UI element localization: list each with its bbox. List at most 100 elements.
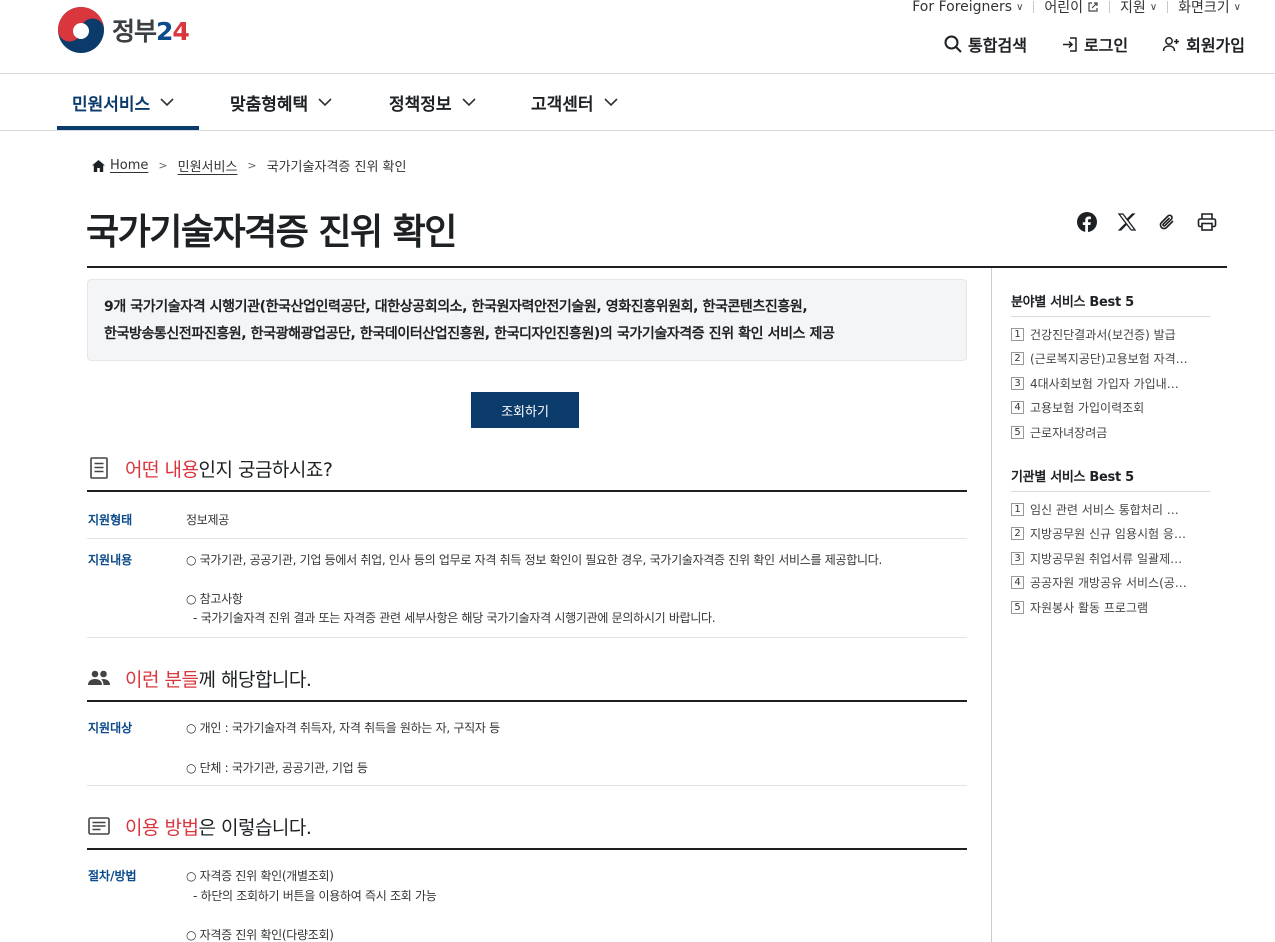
facebook-icon[interactable] bbox=[1077, 212, 1097, 232]
for-foreigners-menu[interactable]: For Foreigners ∨ bbox=[902, 0, 1033, 16]
support-type-label: 지원형태 bbox=[88, 513, 133, 527]
chevron-right-icon: > bbox=[247, 159, 257, 172]
rank-number: 4 bbox=[1011, 401, 1024, 415]
sidebar-rule bbox=[1011, 316, 1210, 317]
gnb-item-label: 정책정보 bbox=[389, 94, 452, 115]
field-best-item[interactable]: 1 건강진단결과서(보건증) 발급 bbox=[1011, 322, 1211, 347]
gnb-item-label: 고객센터 bbox=[531, 94, 594, 115]
login-button[interactable]: 로그인 bbox=[1061, 32, 1128, 56]
sidebar-divider bbox=[991, 268, 992, 942]
field-best-title: 분야별 서비스 Best 5 bbox=[1011, 295, 1134, 310]
procedure-text: - 하단의 조회하기 버튼을 이용하여 즉시 조회 가능 bbox=[186, 889, 437, 903]
field-best-list: 1 건강진단결과서(보건증) 발급 2 (근로복지공단)고용보험 자격이력 내역서 … bbox=[1011, 322, 1211, 445]
print-icon[interactable] bbox=[1197, 212, 1217, 232]
item-label: 지방공무원 취업서류 일괄제출 서비스 bbox=[1030, 551, 1188, 566]
rank-number: 2 bbox=[1011, 527, 1024, 541]
field-best-item[interactable]: 4 고용보험 가입이력조회 bbox=[1011, 396, 1211, 421]
summary-line: 한국방송통신전파진흥원, 한국광해광업공단, 한국데이터산업진흥원, 한국디자인… bbox=[104, 326, 835, 342]
chevron-down-icon bbox=[318, 97, 332, 106]
support-target-text: ○ 단체 : 국가기관, 공공기관, 기업 등 bbox=[186, 761, 368, 775]
field-best-item[interactable]: 5 근로자녀장려금 bbox=[1011, 420, 1211, 445]
gnb-item-label: 맞춤형혜택 bbox=[230, 94, 309, 115]
section-divider bbox=[87, 490, 967, 492]
section-title-highlight: 이런 분들 bbox=[125, 668, 199, 691]
support-content-text: ○ 참고사항 bbox=[186, 592, 243, 606]
gnb-item-label: 민원서비스 bbox=[72, 94, 151, 115]
title-divider bbox=[87, 266, 1227, 268]
logo-wordmark: 정부24 bbox=[112, 17, 190, 46]
procedure-text: ○ 자격증 진위 확인(개별조회) bbox=[186, 869, 334, 883]
gnb-item-civil-service[interactable]: 민원서비스 bbox=[72, 74, 174, 130]
support-content-label: 지원내용 bbox=[88, 553, 133, 567]
service-summary-box: 9개 국가기술자격 시행기관(한국산업인력공단, 대한상공회의소, 한국원자력안… bbox=[87, 279, 967, 361]
breadcrumb-home[interactable]: Home bbox=[92, 158, 148, 173]
x-twitter-icon[interactable] bbox=[1117, 212, 1137, 232]
procedure-text: ○ 자격증 진위 확인(다량조회) bbox=[186, 928, 334, 942]
chevron-down-icon bbox=[603, 97, 618, 106]
breadcrumb-current: 국가기술자격증 진위 확인 bbox=[266, 160, 407, 175]
row-divider bbox=[87, 785, 967, 786]
page-title: 국가기술자격증 진위 확인 bbox=[86, 212, 457, 253]
support-target-text: ○ 개인 : 국가기술자격 취득자, 자격 취득을 원하는 자, 구직자 등 bbox=[186, 721, 500, 735]
chevron-down-icon bbox=[160, 97, 174, 106]
rank-number: 5 bbox=[1011, 600, 1024, 614]
section-divider bbox=[87, 700, 967, 702]
top-navigation: 통합검색 로그인 회원가입 bbox=[944, 32, 1245, 56]
item-label: 건강진단결과서(보건증) 발급 bbox=[1030, 327, 1176, 342]
rank-number: 3 bbox=[1011, 551, 1024, 565]
section-title: 인지 궁금하시죠? bbox=[198, 458, 333, 481]
item-label: (근로복지공단)고용보험 자격이력 내역서 발급 bbox=[1030, 352, 1188, 367]
chevron-down-icon: ∨ bbox=[1016, 1, 1024, 13]
document-icon bbox=[87, 457, 111, 479]
add-user-icon bbox=[1162, 36, 1180, 51]
field-best-item[interactable]: 2 (근로복지공단)고용보험 자격이력 내역서 발급 bbox=[1011, 347, 1211, 372]
section-how-heading: 이용 방법은 이렇습니다. bbox=[87, 806, 967, 846]
breadcrumb: Home > 민원서비스 > 국가기술자격증 진위 확인 bbox=[92, 156, 406, 175]
kids-link[interactable]: 어린이 bbox=[1034, 0, 1109, 16]
search-label: 통합검색 bbox=[968, 36, 1027, 55]
section-title-highlight: 이용 방법 bbox=[125, 816, 199, 839]
support-content-text: - 국가기술자격 진위 결과 또는 자격증 관련 세부사항은 해당 국가기술자격… bbox=[186, 611, 716, 625]
rank-number: 1 bbox=[1011, 327, 1024, 341]
taegeuk-logo-icon bbox=[58, 7, 104, 53]
search-button[interactable]: 통합검색 bbox=[944, 32, 1027, 56]
rank-number: 5 bbox=[1011, 425, 1024, 439]
org-best-item[interactable]: 1 임신 관련 서비스 통합처리 신청(맘편한 임신) bbox=[1011, 497, 1211, 522]
share-tools bbox=[1077, 212, 1217, 232]
section-who-heading: 이런 분들께 해당합니다. bbox=[87, 658, 967, 698]
item-label: 임신 관련 서비스 통합처리 신청(맘편한 임신) bbox=[1030, 502, 1188, 517]
org-best-item[interactable]: 3 지방공무원 취업서류 일괄제출 서비스 bbox=[1011, 546, 1211, 571]
support-type-value: 정보제공 bbox=[186, 513, 229, 527]
screen-size-label: 화면크기 bbox=[1178, 0, 1230, 16]
gnb-item-customer-center[interactable]: 고객센터 bbox=[531, 74, 618, 130]
org-best-item[interactable]: 2 지방공무원 신규 임용시험 응시원서 접수 bbox=[1011, 522, 1211, 547]
section-title: 은 이렇습니다. bbox=[198, 816, 312, 839]
support-menu[interactable]: 지원 ∨ bbox=[1110, 0, 1167, 16]
org-best-item[interactable]: 5 자원봉사 활동 프로그램 bbox=[1011, 595, 1211, 620]
gnb-item-benefits[interactable]: 맞춤형혜택 bbox=[230, 74, 332, 130]
org-best-item[interactable]: 4 공공자원 개방공유 서비스(공유누리) bbox=[1011, 571, 1211, 596]
query-button[interactable]: 조회하기 bbox=[471, 392, 579, 428]
section-title: 께 해당합니다. bbox=[198, 668, 312, 691]
breadcrumb-home-label: Home bbox=[110, 158, 149, 173]
org-best-title: 기관별 서비스 Best 5 bbox=[1011, 470, 1134, 485]
main-navigation: 민원서비스 맞춤형혜택 정책정보 고객센터 bbox=[0, 74, 1275, 131]
screen-size-menu[interactable]: 화면크기 ∨ bbox=[1168, 0, 1251, 16]
for-foreigners-label: For Foreigners bbox=[912, 0, 1013, 15]
guide-list-icon bbox=[87, 817, 111, 835]
summary-line: 9개 국가기술자격 시행기관(한국산업인력공단, 대한상공회의소, 한국원자력안… bbox=[104, 299, 808, 315]
gov24-logo[interactable]: 정부24 bbox=[56, 5, 190, 55]
link-clip-icon[interactable] bbox=[1157, 212, 1177, 232]
rank-number: 3 bbox=[1011, 376, 1024, 390]
row-divider bbox=[87, 637, 967, 638]
gnb-item-policy[interactable]: 정책정보 bbox=[389, 74, 476, 130]
signup-button[interactable]: 회원가입 bbox=[1162, 32, 1245, 56]
login-label: 로그인 bbox=[1083, 36, 1129, 55]
item-label: 근로자녀장려금 bbox=[1030, 425, 1108, 440]
breadcrumb-civil-service[interactable]: 민원서비스 bbox=[178, 156, 238, 175]
support-label: 지원 bbox=[1120, 0, 1146, 16]
item-label: 지방공무원 신규 임용시험 응시원서 접수 bbox=[1030, 527, 1188, 542]
active-tab-indicator bbox=[57, 126, 199, 130]
procedure-label: 절차/방법 bbox=[88, 869, 137, 883]
field-best-item[interactable]: 3 4대사회보험 가입자 가입내역 확인서 발급 bbox=[1011, 371, 1211, 396]
